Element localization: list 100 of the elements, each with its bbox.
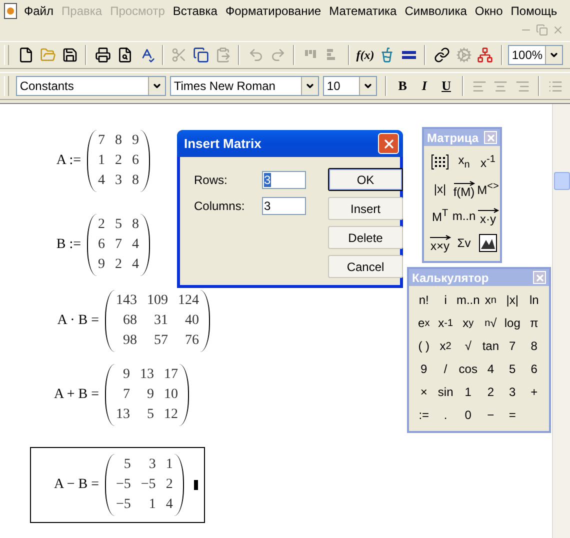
dialog-button[interactable]: Cancel <box>328 255 403 278</box>
calculator-button[interactable]: + <box>523 382 545 402</box>
dialog-button[interactable]: Delete <box>328 226 403 249</box>
palette-button[interactable] <box>476 231 500 255</box>
calculator-button[interactable]: π <box>523 313 545 333</box>
calculator-button[interactable]: ( ) <box>413 336 435 356</box>
calculator-button[interactable]: sin <box>434 382 456 402</box>
palette-button[interactable]: M$^{<>}$ <box>476 177 500 201</box>
close-button[interactable] <box>533 271 546 284</box>
selected-region[interactable]: A − B = 5 3 1 −5 −5 2 −5 1 4 <box>30 447 205 523</box>
matrix-cell: 1 <box>98 153 105 169</box>
function-button[interactable]: f(x) <box>354 44 376 66</box>
matrix-cell-text: 57 <box>153 333 168 349</box>
menu-item[interactable]: Вставка <box>168 4 222 18</box>
input-field[interactable]: 3 <box>262 171 306 189</box>
document-icon[interactable] <box>4 3 18 19</box>
scrollbar[interactable] <box>552 104 570 538</box>
equation-label: A · B = <box>56 313 99 329</box>
calculator-button[interactable]: m..n <box>456 290 480 310</box>
palette-button[interactable]: x$^{-1}$ <box>476 150 500 174</box>
scissors-icon <box>171 47 188 63</box>
calculator-button[interactable]: 7 <box>502 336 524 356</box>
restore-icon[interactable] <box>536 24 548 36</box>
matrix-cell: 1 <box>166 457 173 473</box>
palette-button[interactable]: x$_{n}$ <box>452 150 476 174</box>
close-button[interactable] <box>378 133 399 154</box>
calculator-button[interactable]: 1 <box>456 382 480 402</box>
calculator-button[interactable]: 6 <box>523 359 545 379</box>
matrix-cell: 6 <box>98 237 105 253</box>
palette-button[interactable]: M$^{T}$ <box>428 204 452 228</box>
palette-button[interactable]: f(M) <box>452 177 476 201</box>
calculator-button[interactable]: √ <box>456 336 480 356</box>
calculator-button[interactable]: = <box>502 405 524 425</box>
menu-item[interactable]: Файл <box>20 4 58 18</box>
calculator-button[interactable]: cos <box>456 359 480 379</box>
format-button[interactable]: B <box>392 75 413 97</box>
matrix-cell: 143 <box>116 293 137 309</box>
calculator-button[interactable]: ln <box>523 290 545 310</box>
palette-label: x×y <box>430 240 450 252</box>
calculator-button[interactable]: 0 <box>456 405 480 425</box>
matrix-cell: 2 <box>115 257 122 273</box>
menu-item[interactable]: Математика <box>325 4 401 18</box>
palette-button[interactable]: |x| <box>428 177 452 201</box>
palette-button[interactable]: m..n <box>452 204 476 228</box>
palette-button[interactable]: Σv <box>452 231 476 255</box>
menu-item[interactable]: Окно <box>470 4 507 18</box>
matrix-cell: 17 <box>164 367 178 383</box>
matrix-cell: 109 <box>147 293 168 309</box>
matrix-cell-text: 1 <box>148 497 156 513</box>
matrix-cell: 4 <box>98 173 105 189</box>
style-dropdown[interactable]: Constants <box>16 76 166 96</box>
dialog-button[interactable]: OK <box>328 168 403 191</box>
calculator-button[interactable]: := <box>413 405 435 425</box>
matrix-cell-text: 98 <box>122 333 137 349</box>
vector-arrow-icon <box>476 208 500 212</box>
calculator-button[interactable]: |x| <box>502 290 524 310</box>
matrix-cell-text: 31 <box>153 313 168 329</box>
matrix-cell: 5 <box>115 217 122 233</box>
font-dropdown[interactable]: Times New Roman <box>170 76 319 96</box>
palette-button[interactable]: x×y <box>428 231 452 255</box>
input-field[interactable]: 3 <box>262 197 306 215</box>
dialog-button[interactable]: Insert <box>328 197 403 220</box>
matrix-cell-text: 76 <box>184 333 199 349</box>
calculator-button[interactable]: × <box>413 382 435 402</box>
calculator-button[interactable]: n! <box>413 290 435 310</box>
menu-item[interactable]: Помощь <box>506 4 562 18</box>
palette-button[interactable]: x·y <box>476 204 500 228</box>
matrix-cell: 6 <box>132 153 139 169</box>
menu-item[interactable]: Форматирование <box>221 4 326 18</box>
matrix-cell: 2 <box>166 477 173 493</box>
calculator-button[interactable]: 3 <box>502 382 524 402</box>
align-left-icon <box>327 48 338 62</box>
calculator-button[interactable]: 4 <box>480 359 502 379</box>
calculator-button[interactable]: 8 <box>523 336 545 356</box>
align-right-icon <box>515 78 530 94</box>
calculator-button[interactable]: log <box>502 313 524 333</box>
calculator-button[interactable]: 9 <box>413 359 435 379</box>
scroll-thumb[interactable] <box>554 172 570 190</box>
calculator-button[interactable]: tan <box>480 336 502 356</box>
matrix-cell-text: 5 <box>122 457 131 473</box>
matrix-cell: 9 <box>98 257 105 273</box>
calculator-button[interactable]: / <box>434 359 456 379</box>
matrix-cell-text: 9 <box>122 367 130 383</box>
zoom-dropdown[interactable]: 100% <box>508 45 564 65</box>
calculator-button[interactable]: − <box>480 405 502 425</box>
format-button[interactable]: I <box>414 75 435 97</box>
calculator-button[interactable]: 2 <box>480 382 502 402</box>
calculator-button[interactable]: . <box>434 405 456 425</box>
matrix-cell: 8 <box>115 133 122 149</box>
palette-label: x·y <box>480 212 496 224</box>
calculator-button[interactable]: i <box>434 290 456 310</box>
picture-icon <box>479 234 497 252</box>
close-button[interactable] <box>484 131 497 144</box>
matrix-cell-text: 68 <box>122 313 137 329</box>
size-dropdown[interactable]: 10 <box>322 76 378 96</box>
format-button[interactable]: U <box>436 75 457 97</box>
close-icon[interactable] <box>552 24 564 36</box>
menu-item[interactable]: Символика <box>400 4 471 18</box>
equation-label: A − B = <box>53 477 99 493</box>
calculator-button[interactable]: 5 <box>502 359 524 379</box>
